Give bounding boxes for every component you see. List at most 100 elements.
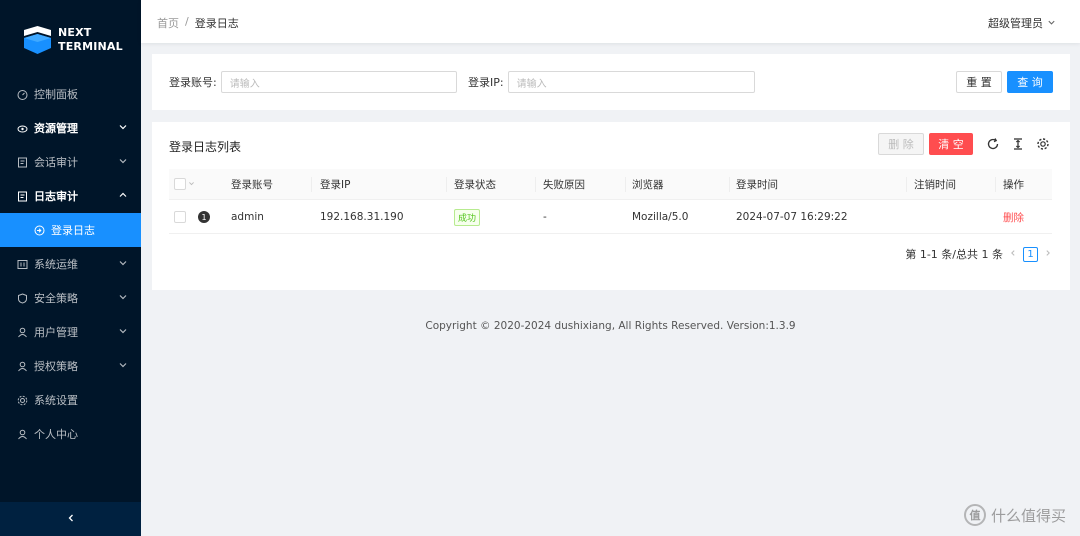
column-header: 登录IP (320, 178, 351, 191)
logo-text-line1: NEXT (58, 26, 92, 39)
breadcrumb-separator: / (185, 15, 189, 28)
prev-page-icon[interactable] (1009, 249, 1017, 260)
cell-login-time: 2024-07-07 16:29:22 (736, 211, 848, 223)
column-header: 登录账号 (231, 178, 273, 191)
sidebar-item-ops[interactable]: 系统运维 (0, 247, 141, 281)
sidebar-item-users[interactable]: 用户管理 (0, 315, 141, 349)
cell-status: 成功 (454, 201, 481, 233)
column-divider (311, 177, 312, 192)
account-placeholder: 请输入 (229, 78, 260, 90)
breadcrumb-home[interactable]: 首页 (157, 15, 179, 31)
copyright-footer: Copyright © 2020-2024 dushixiang, All Ri… (425, 320, 796, 332)
user-menu[interactable]: 超级管理员 (988, 15, 1056, 31)
column-header: 操作 (1003, 178, 1024, 191)
chevron-down-icon (118, 122, 128, 132)
query-button[interactable]: 查 询 (1007, 71, 1053, 93)
column-divider (729, 177, 730, 192)
ip-input[interactable]: 请输入 (507, 71, 755, 93)
chevron-down-icon (118, 156, 128, 166)
sidebar-item-label: 用户管理 (34, 326, 78, 339)
cell-fail-reason: - (543, 211, 547, 223)
sidebar-item-log-audit[interactable]: 日志审计 (0, 179, 141, 213)
refresh-icon[interactable] (986, 137, 1000, 151)
pagination: 第 1-1 条/总共 1 条 1 (905, 246, 1052, 262)
row-index-badge: 1 (198, 201, 210, 233)
app-logo[interactable]: NEXT TERMINAL (24, 22, 134, 58)
ip-placeholder: 请输入 (516, 78, 547, 90)
ip-label: 登录IP: (468, 76, 504, 89)
table-row: 1 admin 192.168.31.190 成功 - Mozilla/5.0 … (169, 201, 1052, 234)
user-icon (17, 361, 28, 372)
account-input[interactable]: 请输入 (220, 71, 457, 93)
sidebar-item-label: 控制面板 (34, 88, 78, 101)
user-icon (17, 327, 28, 338)
chevron-left-icon (66, 513, 76, 526)
select-all-checkbox[interactable] (174, 169, 195, 199)
account-label: 登录账号: (169, 76, 217, 89)
sidebar-item-label: 安全策略 (34, 292, 78, 305)
sidebar-item-label: 资源管理 (34, 122, 78, 135)
ops-icon (17, 259, 28, 270)
cell-ip: 192.168.31.190 (320, 211, 404, 223)
user-icon (17, 429, 28, 440)
column-divider (625, 177, 626, 192)
top-header: 首页 / 登录日志 超级管理员 (141, 0, 1080, 43)
column-header: 登录时间 (736, 178, 778, 191)
column-divider (906, 177, 907, 192)
status-badge: 成功 (454, 208, 481, 226)
chevron-down-icon (118, 292, 128, 302)
chevron-down-icon (1047, 17, 1056, 30)
sidebar-collapse-button[interactable] (0, 502, 141, 536)
table-header: 登录账号 登录IP 登录状态 失败原因 浏览器 登录时间 注销时间 操作 (169, 169, 1052, 200)
row-checkbox[interactable] (174, 201, 186, 233)
delete-button[interactable]: 删 除 (878, 133, 924, 155)
log-icon (17, 191, 28, 202)
sidebar-item-settings[interactable]: 系统设置 (0, 383, 141, 417)
sidebar: NEXT TERMINAL 控制面板 资源管理 会话审计 日志审计 登录日志 系… (0, 0, 141, 536)
sidebar-item-security[interactable]: 安全策略 (0, 281, 141, 315)
next-page-icon[interactable] (1044, 249, 1052, 260)
login-icon (34, 225, 45, 236)
chevron-down-icon (118, 258, 128, 268)
chevron-up-icon (118, 190, 128, 200)
reset-button[interactable]: 重 置 (956, 71, 1002, 93)
chevron-down-icon (188, 178, 195, 190)
sidebar-item-dashboard[interactable]: 控制面板 (0, 77, 141, 111)
logo-icon (24, 26, 51, 54)
shield-icon (17, 292, 28, 304)
cell-account: admin (231, 211, 264, 223)
sidebar-item-profile[interactable]: 个人中心 (0, 417, 141, 451)
row-delete-link[interactable]: 删除 (1003, 210, 1024, 225)
audit-icon (17, 157, 28, 168)
column-divider (995, 177, 996, 192)
user-name: 超级管理员 (988, 17, 1043, 30)
dashboard-icon (17, 89, 28, 100)
column-divider (446, 177, 447, 192)
column-height-icon[interactable] (1011, 137, 1025, 151)
sidebar-item-session-audit[interactable]: 会话审计 (0, 145, 141, 179)
pagination-summary: 第 1-1 条/总共 1 条 (905, 248, 1003, 261)
sidebar-item-resources[interactable]: 资源管理 (0, 111, 141, 145)
search-panel: 登录账号: 请输入 登录IP: 请输入 重 置 查 询 (152, 54, 1070, 110)
chevron-down-icon (118, 360, 128, 370)
cloud-icon (17, 123, 28, 134)
sidebar-item-label: 会话审计 (34, 156, 78, 169)
column-divider (535, 177, 536, 192)
cell-browser: Mozilla/5.0 (632, 211, 689, 223)
column-header: 登录状态 (454, 178, 496, 191)
ip-field: 登录IP: 请输入 (468, 71, 755, 93)
gear-icon (17, 395, 28, 406)
breadcrumb: 首页 / 登录日志 (157, 15, 239, 31)
watermark-logo-icon: 值 (963, 504, 986, 526)
watermark-text: 什么值得买 (990, 506, 1066, 525)
sidebar-item-login-log[interactable]: 登录日志 (0, 213, 141, 247)
page-number[interactable]: 1 (1023, 246, 1038, 262)
clear-button[interactable]: 清 空 (929, 133, 973, 155)
site-watermark: 值 什么值得买 (963, 504, 1066, 526)
sidebar-item-authorization[interactable]: 授权策略 (0, 349, 141, 383)
sidebar-item-label: 授权策略 (34, 360, 78, 373)
cell-action: 删除 (1003, 201, 1024, 233)
settings-icon[interactable] (1036, 137, 1050, 151)
column-header: 浏览器 (632, 178, 664, 191)
log-table-card: 登录日志列表 删 除 清 空 登录账号 登录IP 登录状态 失败原因 浏览器 登… (152, 122, 1070, 290)
